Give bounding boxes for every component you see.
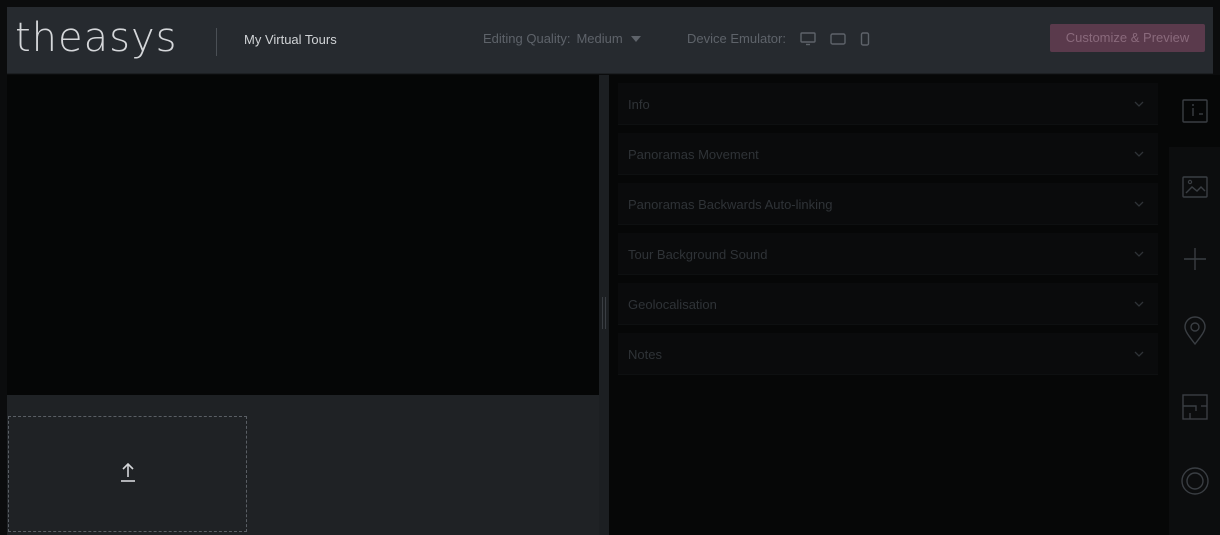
my-virtual-tours-link[interactable]: My Virtual Tours	[244, 32, 337, 47]
logo-text: theasys	[15, 15, 178, 61]
top-bar: theasys My Virtual Tours Editing Quality…	[7, 7, 1213, 74]
circle-target-icon	[1180, 467, 1209, 495]
rail-tab-info[interactable]	[1169, 75, 1220, 147]
device-emulator: Device Emulator:	[687, 31, 870, 46]
section-notes[interactable]: Notes	[618, 333, 1158, 375]
section-label: Tour Background Sound	[628, 247, 768, 262]
info-icon	[1181, 99, 1208, 123]
editing-quality-select[interactable]: Medium	[576, 31, 641, 46]
tablet-icon[interactable]	[830, 32, 846, 45]
device-emulator-label: Device Emulator:	[687, 31, 786, 46]
rail-tab-location[interactable]	[1169, 295, 1220, 367]
section-label: Panoramas Backwards Auto-linking	[628, 197, 833, 212]
header-divider	[216, 28, 217, 56]
rail-tab-panoramas[interactable]	[1169, 151, 1220, 223]
chevron-down-icon	[1134, 151, 1144, 157]
panel-splitter[interactable]	[599, 75, 609, 535]
plus-icon	[1183, 248, 1206, 270]
chevron-down-icon	[1134, 101, 1144, 107]
upload-arrow-icon	[118, 461, 138, 487]
chevron-down-icon	[1134, 351, 1144, 357]
tool-rail	[1169, 75, 1220, 535]
chevron-down-icon	[1134, 301, 1144, 307]
theasys-logo[interactable]: theasys	[15, 13, 178, 63]
floorplan-icon	[1181, 394, 1208, 420]
splitter-grip[interactable]	[602, 297, 606, 329]
editing-quality-label: Editing Quality:	[483, 31, 571, 46]
section-panoramas-movement[interactable]: Panoramas Movement	[618, 133, 1158, 175]
chevron-down-icon	[1134, 201, 1144, 207]
section-label: Geolocalisation	[628, 297, 717, 312]
section-backwards-auto-linking[interactable]: Panoramas Backwards Auto-linking	[618, 183, 1158, 225]
editing-quality: Editing Quality: Medium	[483, 31, 641, 46]
mobile-icon[interactable]	[860, 31, 870, 46]
rail-tab-floorplan[interactable]	[1169, 371, 1220, 443]
section-label: Panoramas Movement	[628, 147, 759, 162]
upload-dropzone[interactable]	[8, 416, 247, 532]
location-pin-icon	[1183, 316, 1206, 346]
section-label: Notes	[628, 347, 662, 362]
chevron-down-icon	[1134, 251, 1144, 257]
rail-tab-add[interactable]	[1169, 223, 1220, 295]
section-info[interactable]: Info	[618, 83, 1158, 125]
section-geolocalisation[interactable]: Geolocalisation	[618, 283, 1158, 325]
panorama-viewer[interactable]	[7, 75, 599, 395]
image-icon	[1181, 176, 1208, 198]
section-label: Info	[628, 97, 650, 112]
chevron-down-icon	[630, 35, 641, 42]
customize-preview-button[interactable]: Customize & Preview	[1050, 24, 1205, 52]
settings-panel: Info Panoramas Movement Panoramas Backwa…	[609, 75, 1169, 535]
desktop-icon[interactable]	[800, 31, 816, 46]
section-background-sound[interactable]: Tour Background Sound	[618, 233, 1158, 275]
rail-tab-effects[interactable]	[1169, 445, 1220, 517]
editing-quality-value: Medium	[576, 31, 623, 46]
